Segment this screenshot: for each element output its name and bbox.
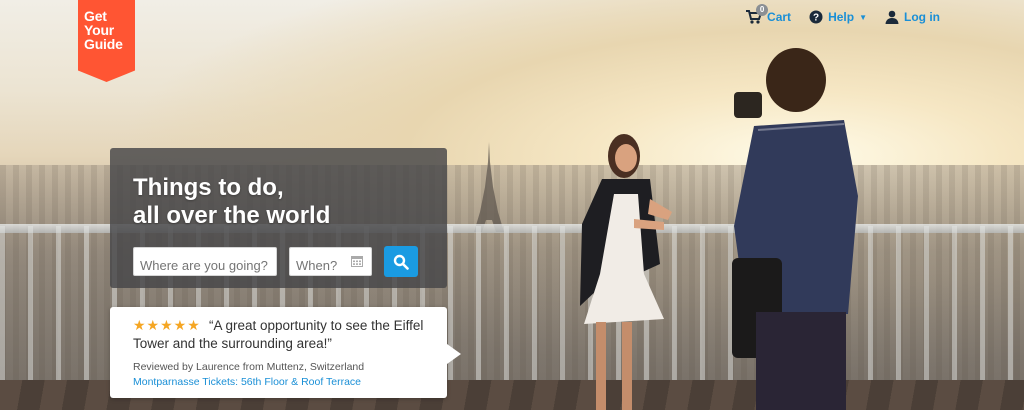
cart-link[interactable]: 0 Cart bbox=[746, 4, 792, 24]
review-card-pointer bbox=[447, 344, 461, 364]
headline-line-2: all over the world bbox=[133, 202, 331, 229]
review-quote: “A great opportunity to see the Eiffel T… bbox=[133, 318, 424, 351]
login-label: Log in bbox=[904, 10, 940, 24]
svg-text:?: ? bbox=[813, 13, 819, 24]
calendar-icon[interactable] bbox=[351, 255, 363, 267]
search-icon bbox=[393, 254, 409, 270]
logo-line-3: Guide bbox=[84, 36, 123, 52]
cart-label: Cart bbox=[767, 10, 792, 24]
user-icon bbox=[885, 10, 899, 24]
help-menu[interactable]: ? Help ▼ bbox=[809, 10, 867, 24]
eiffel-tower-image bbox=[474, 142, 504, 232]
hero-headline: Things to do, all over the world bbox=[133, 174, 330, 230]
logo-line-1: Get bbox=[84, 8, 107, 24]
headline-line-1: Things to do, bbox=[133, 174, 284, 201]
getyourguide-logo[interactable]: Get Your Guide bbox=[78, 0, 135, 82]
logo-line-2: Your bbox=[84, 22, 115, 38]
man-photographer bbox=[732, 48, 858, 410]
woman-photo-subject bbox=[580, 134, 672, 410]
top-navigation: 0 Cart ? Help ▼ Log in bbox=[746, 4, 940, 24]
tour-link[interactable]: Montparnasse Tickets: 56th Floor & Roof … bbox=[133, 376, 361, 388]
login-link[interactable]: Log in bbox=[885, 10, 940, 24]
chevron-down-icon: ▼ bbox=[859, 12, 867, 22]
question-circle-icon: ? bbox=[809, 10, 823, 24]
destination-search-input[interactable] bbox=[133, 247, 277, 276]
cart-count-badge: 0 bbox=[756, 4, 769, 16]
cart-icon: 0 bbox=[746, 4, 769, 24]
help-label: Help bbox=[828, 10, 855, 24]
reviewer-info: Reviewed by Laurence from Muttenz, Switz… bbox=[133, 361, 365, 373]
search-button[interactable] bbox=[384, 246, 418, 277]
